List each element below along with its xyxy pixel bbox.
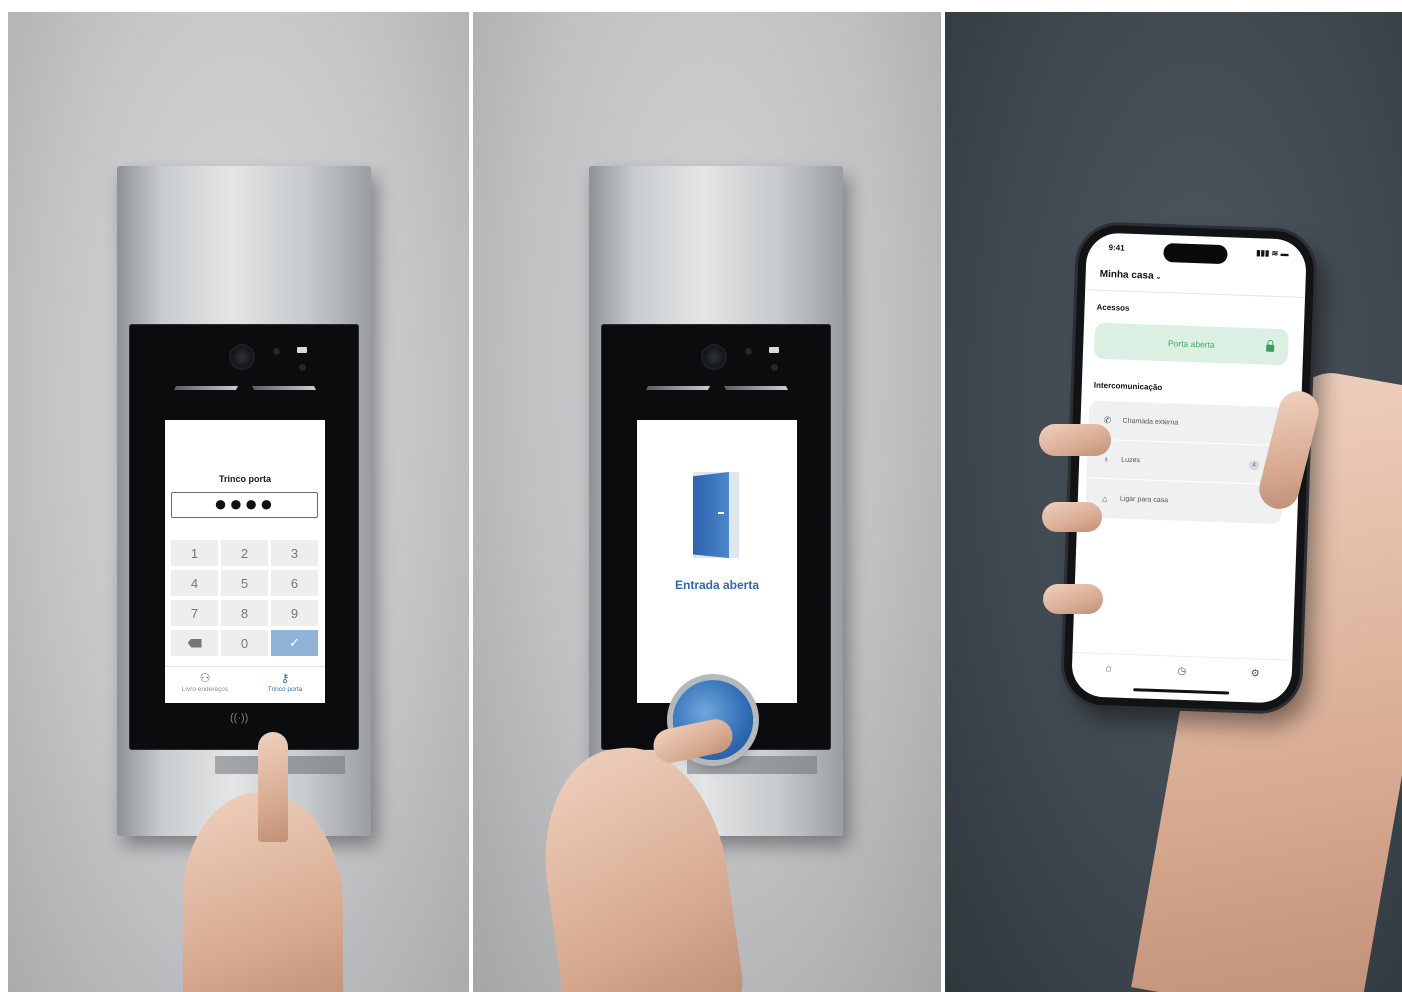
finger bbox=[258, 732, 288, 842]
light-bar bbox=[251, 386, 317, 390]
key-icon: ⚷ bbox=[280, 671, 290, 685]
house-icon: ⌂ bbox=[1101, 493, 1108, 504]
door-leaf bbox=[693, 472, 729, 558]
finger bbox=[1042, 502, 1102, 532]
contacts-icon: ⚇ bbox=[199, 671, 211, 685]
panel-keypad: Trinco porta ●●●● 1 2 3 4 5 6 7 8 9 0 ✓ bbox=[8, 12, 469, 992]
status-screen: Entrada aberta bbox=[637, 420, 797, 703]
sensor-icon bbox=[745, 348, 752, 355]
key-1[interactable]: 1 bbox=[171, 540, 218, 566]
door-handle bbox=[718, 512, 724, 514]
key-6[interactable]: 6 bbox=[271, 570, 318, 596]
pin-input[interactable]: ●●●● bbox=[171, 492, 318, 518]
nav-label: Livro endereços bbox=[181, 686, 229, 693]
key-4[interactable]: 4 bbox=[171, 570, 218, 596]
light-bar bbox=[173, 386, 239, 390]
rfid-icon: ((·)) bbox=[230, 712, 249, 724]
list-item-label: Luzes bbox=[1121, 456, 1141, 464]
panel-fob: Entrada aberta bbox=[473, 12, 941, 992]
list-item-label: Chamada externa bbox=[1122, 417, 1179, 427]
camera-icon bbox=[701, 344, 727, 370]
section-title-access: Acessos bbox=[1096, 302, 1130, 313]
led-indicator bbox=[297, 347, 307, 353]
tab-bar: ⌂ ◷ ⚙ bbox=[1071, 652, 1293, 690]
sensor-icon bbox=[299, 364, 306, 371]
list-item-external-call[interactable]: ✆ Chamada externa bbox=[1087, 400, 1286, 447]
list-item-label: Ligar para casa bbox=[1119, 495, 1169, 505]
key-5[interactable]: 5 bbox=[221, 570, 268, 596]
panel-phone: 9:41 ▮▮▮ ≋ ▬ Minha casa ⌄ Acessos Porta a… bbox=[945, 12, 1402, 992]
intercom-unit: Trinco porta ●●●● 1 2 3 4 5 6 7 8 9 0 ✓ bbox=[117, 166, 371, 836]
keypad-title: Trinco porta bbox=[218, 474, 271, 484]
nav-address-book[interactable]: ⚇ Livro endereços bbox=[165, 667, 245, 703]
key-3[interactable]: 3 bbox=[271, 540, 318, 566]
key-7[interactable]: 7 bbox=[171, 600, 218, 626]
settings-icon[interactable]: ⚙ bbox=[1240, 668, 1270, 680]
key-8[interactable]: 8 bbox=[221, 600, 268, 626]
door-open-button[interactable]: Porta aberta bbox=[1093, 322, 1289, 366]
status-time: 9:41 bbox=[1108, 243, 1125, 253]
finger bbox=[1039, 424, 1111, 456]
intercom-list: ✆ Chamada externa ♁ Luzes 4 › ⌂ Ligar pa… bbox=[1085, 400, 1286, 525]
light-bar bbox=[645, 386, 711, 390]
history-icon[interactable]: ◷ bbox=[1167, 665, 1197, 677]
list-item-lights[interactable]: ♁ Luzes 4 › bbox=[1086, 439, 1284, 486]
home-indicator[interactable] bbox=[1133, 688, 1230, 695]
backspace-icon bbox=[187, 638, 202, 648]
home-icon[interactable]: ⌂ bbox=[1093, 663, 1123, 675]
door-open-label: Porta aberta bbox=[1167, 338, 1215, 350]
key-0[interactable]: 0 bbox=[221, 630, 268, 656]
bulb-icon: ♁ bbox=[1102, 453, 1110, 465]
keypad-nav: ⚇ Livro endereços ⚷ Trinco porta bbox=[165, 666, 325, 703]
key-2[interactable]: 2 bbox=[221, 540, 268, 566]
sensor-icon bbox=[273, 348, 280, 355]
led-indicator bbox=[769, 347, 779, 353]
light-bar bbox=[723, 386, 789, 390]
camera-icon bbox=[229, 344, 255, 370]
key-9[interactable]: 9 bbox=[271, 600, 318, 626]
door-status-message: Entrada aberta bbox=[674, 578, 760, 592]
home-selector[interactable]: Minha casa ⌄ bbox=[1100, 269, 1162, 282]
divider bbox=[1085, 289, 1306, 298]
finger bbox=[1043, 584, 1103, 614]
section-title-intercom: Intercomunicação bbox=[1093, 380, 1163, 393]
home-title: Minha casa bbox=[1099, 268, 1154, 282]
sensor-icon bbox=[771, 364, 778, 371]
dynamic-island bbox=[1163, 242, 1228, 265]
chevron-down-icon: ⌄ bbox=[1155, 273, 1162, 281]
nav-label: Trinco porta bbox=[267, 686, 303, 693]
backspace-key[interactable] bbox=[171, 630, 218, 656]
open-door-icon bbox=[693, 472, 739, 558]
keypad-grid: 1 2 3 4 5 6 7 8 9 0 ✓ bbox=[171, 540, 319, 656]
intercom-glass: Trinco porta ●●●● 1 2 3 4 5 6 7 8 9 0 ✓ bbox=[129, 324, 359, 750]
phone-icon: ✆ bbox=[1103, 414, 1112, 425]
confirm-key[interactable]: ✓ bbox=[271, 630, 318, 656]
unlock-icon bbox=[1266, 340, 1274, 352]
nav-door-lock[interactable]: ⚷ Trinco porta bbox=[245, 667, 325, 703]
status-icons: ▮▮▮ ≋ ▬ bbox=[1256, 248, 1289, 259]
keypad-screen: Trinco porta ●●●● 1 2 3 4 5 6 7 8 9 0 ✓ bbox=[165, 420, 325, 703]
count-badge: 4 bbox=[1248, 460, 1260, 471]
list-item-call-home[interactable]: ⌂ Ligar para casa bbox=[1085, 478, 1282, 524]
